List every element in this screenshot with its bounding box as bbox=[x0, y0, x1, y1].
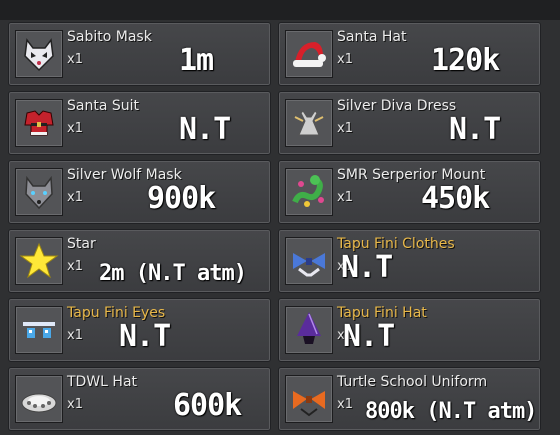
item-quantity: x1 bbox=[337, 121, 353, 136]
item-price: N.T bbox=[343, 319, 395, 354]
item-icon-slot bbox=[285, 237, 333, 285]
item-price: 2m (N.T atm) bbox=[99, 261, 247, 286]
item-price: N.T bbox=[449, 112, 501, 147]
item-quantity: x1 bbox=[337, 397, 353, 412]
item-icon-slot bbox=[285, 30, 333, 78]
item-name: Sabito Mask bbox=[67, 29, 152, 45]
inventory-item[interactable]: Santa Suit x1 N.T bbox=[8, 91, 271, 155]
item-icon-slot bbox=[15, 99, 63, 147]
item-icon-slot bbox=[15, 375, 63, 423]
item-name: Star bbox=[67, 236, 96, 252]
inventory-item[interactable]: Tapu Fini Hat x1 N.T bbox=[278, 298, 541, 362]
item-quantity: x1 bbox=[337, 190, 353, 205]
item-quantity: x1 bbox=[67, 259, 83, 274]
inventory-item[interactable]: Santa Hat x1 120k bbox=[278, 22, 541, 86]
item-price: 800k (N.T atm) bbox=[365, 399, 537, 424]
inventory-item[interactable]: Tapu Fini Eyes x1 N.T bbox=[8, 298, 271, 362]
item-quantity: x1 bbox=[67, 328, 83, 343]
item-name: Turtle School Uniform bbox=[337, 374, 488, 390]
item-price: 900k bbox=[147, 181, 216, 216]
item-quantity: x1 bbox=[67, 52, 83, 67]
inventory-item[interactable]: Tapu Fini Clothes x1 N.T bbox=[278, 229, 541, 293]
item-quantity: x1 bbox=[67, 121, 83, 136]
item-price: 1m bbox=[179, 43, 214, 78]
inventory-item[interactable]: Silver Diva Dress x1 N.T bbox=[278, 91, 541, 155]
item-name: Silver Diva Dress bbox=[337, 98, 457, 114]
item-icon-slot bbox=[285, 306, 333, 354]
item-price: 450k bbox=[421, 181, 490, 216]
inventory-item[interactable]: Silver Wolf Mask x1 900k bbox=[8, 160, 271, 224]
inventory-item[interactable]: TDWL Hat x1 600k bbox=[8, 367, 271, 431]
item-icon-slot bbox=[15, 306, 63, 354]
item-price: 600k bbox=[173, 388, 242, 423]
item-icon-slot bbox=[15, 168, 63, 216]
item-price: N.T bbox=[341, 250, 393, 285]
item-quantity: x1 bbox=[337, 52, 353, 67]
item-price: 120k bbox=[431, 43, 500, 78]
item-quantity: x1 bbox=[67, 397, 83, 412]
inventory-grid: Sabito Mask x1 1m Santa Hat x1 120k Santa Suit… bbox=[0, 0, 560, 435]
item-name: TDWL Hat bbox=[67, 374, 138, 390]
item-icon-slot bbox=[285, 375, 333, 423]
item-icon-slot bbox=[285, 168, 333, 216]
item-icon-slot bbox=[285, 99, 333, 147]
item-name: Santa Suit bbox=[67, 98, 139, 114]
item-quantity: x1 bbox=[67, 190, 83, 205]
inventory-item[interactable]: Star x1 2m (N.T atm) bbox=[8, 229, 271, 293]
inventory-item[interactable]: Sabito Mask x1 1m bbox=[8, 22, 271, 86]
item-price: N.T bbox=[119, 319, 171, 354]
item-icon-slot bbox=[15, 237, 63, 285]
item-name: Santa Hat bbox=[337, 29, 407, 45]
item-icon-slot bbox=[15, 30, 63, 78]
item-price: N.T bbox=[179, 112, 231, 147]
inventory-item[interactable]: SMR Serperior Mount x1 450k bbox=[278, 160, 541, 224]
inventory-item[interactable]: Turtle School Uniform x1 800k (N.T atm) bbox=[278, 367, 541, 431]
